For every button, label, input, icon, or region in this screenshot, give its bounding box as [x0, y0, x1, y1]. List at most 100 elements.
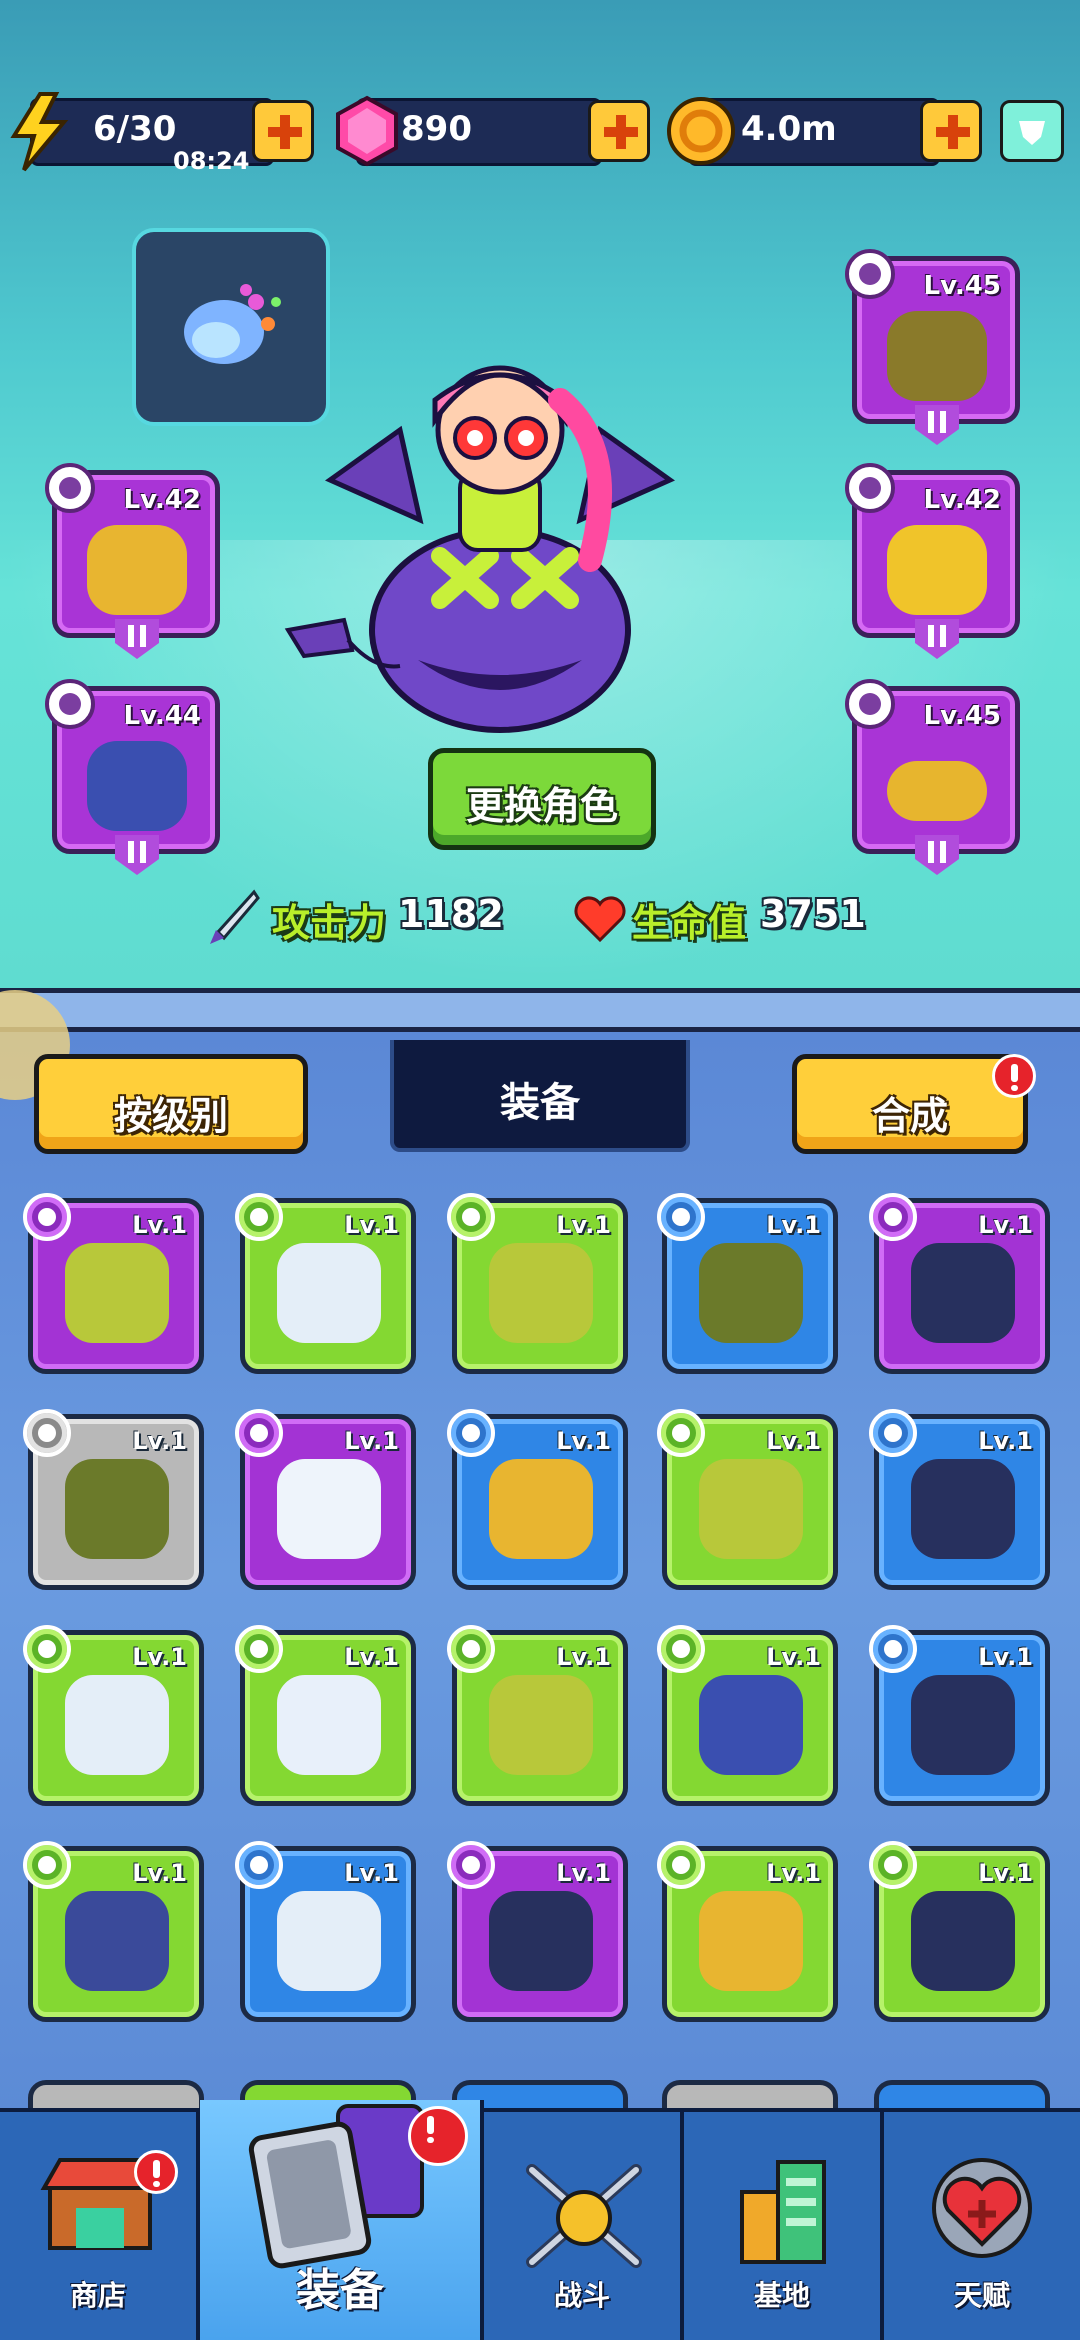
equipped-gauntlet-slot[interactable]: Lv.44 [45, 679, 220, 875]
scarf-icon [489, 1459, 593, 1559]
heart-icon [574, 896, 626, 943]
pants-icon [699, 1459, 803, 1559]
boots-icon [65, 1459, 169, 1559]
panel-divider [0, 988, 1080, 1032]
shield-icon [1019, 121, 1045, 145]
slot-level: Lv.45 [923, 271, 1001, 301]
item-level: Lv.1 [766, 1859, 821, 1887]
gem-add-button[interactable] [588, 100, 650, 162]
inventory-item[interactable]: Lv.1 [657, 1841, 838, 2022]
item-level: Lv.1 [556, 1427, 611, 1455]
gauntlet-icon [699, 1675, 803, 1775]
glove-category-icon [23, 1625, 71, 1673]
inventory-item[interactable]: Lv.1 [23, 1409, 204, 1590]
sword-icon [210, 889, 260, 944]
item-level: Lv.1 [978, 1427, 1033, 1455]
boots-category-icon [657, 1193, 705, 1241]
nav-base[interactable]: 基地 [684, 2112, 884, 2340]
inventory-item[interactable]: Lv.1 [235, 1193, 416, 1374]
equipped-armor-slot[interactable]: Lv.45 [845, 249, 1020, 445]
merge-label: 合成 [871, 1094, 948, 1138]
pants-category-icon [447, 1193, 495, 1241]
slot-level: Lv.44 [123, 701, 201, 731]
nav-shop[interactable]: 商店 [0, 2112, 200, 2340]
sort-by-level-button[interactable]: 按级别 [34, 1054, 308, 1154]
necklace-icon [911, 1891, 1015, 1991]
item-level: Lv.1 [132, 1427, 187, 1455]
inventory-item[interactable]: Lv.1 [447, 1193, 628, 1374]
tab-equipment[interactable]: 装备 [390, 1040, 690, 1152]
item-level: Lv.1 [344, 1859, 399, 1887]
inventory-item[interactable]: Lv.1 [869, 1193, 1050, 1374]
nav-label: 天赋 [953, 2279, 1010, 2312]
equipped-shoes-slot[interactable]: Lv.45 [845, 679, 1020, 875]
nav-equipment[interactable]: 装备 [200, 2100, 484, 2340]
pants-icon [887, 525, 987, 615]
nav-battle[interactable]: 战斗 [484, 2112, 684, 2340]
inventory-item[interactable]: Lv.1 [657, 1625, 838, 1806]
stats-bar: 攻击力 1182 生命值 3751 [0, 880, 1080, 950]
energy-value: 6/30 [93, 109, 177, 149]
nav-talent[interactable]: 天赋 [884, 2112, 1080, 2340]
scarf-icon [699, 1891, 803, 1991]
item-level: Lv.1 [556, 1211, 611, 1239]
item-level: Lv.1 [344, 1211, 399, 1239]
attack-value: 1182 [398, 892, 504, 936]
inventory-item[interactable]: Lv.1 [235, 1409, 416, 1590]
armor-icon [887, 311, 987, 401]
inventory-item[interactable]: Lv.1 [235, 1625, 416, 1806]
necklace-icon [911, 1675, 1015, 1775]
inventory-item[interactable]: Lv.1 [447, 1409, 628, 1590]
necklace-category-icon [869, 1625, 917, 1673]
inventory-item[interactable]: Lv.1 [23, 1841, 204, 2022]
coin-add-button[interactable] [920, 100, 982, 162]
necklace-category-icon [869, 1409, 917, 1457]
inventory-item[interactable]: Lv.1 [657, 1409, 838, 1590]
attack-label: 攻击力 [272, 901, 387, 945]
nav-label: 战斗 [553, 2279, 610, 2312]
gauntlet-icon [87, 741, 187, 831]
inventory-item[interactable]: Lv.1 [447, 1625, 628, 1806]
glove-category-icon [235, 1841, 283, 1889]
item-level: Lv.1 [766, 1643, 821, 1671]
nav-label: 商店 [69, 2279, 126, 2312]
inventory-item[interactable]: Lv.1 [657, 1193, 838, 1374]
change-character-button[interactable]: 更换角色 [428, 748, 656, 850]
inventory-item[interactable]: Lv.1 [869, 1841, 1050, 2022]
necklace-category-icon [869, 1841, 917, 1889]
equipped-pants-slot[interactable]: Lv.42 [845, 463, 1020, 659]
item-level: Lv.1 [978, 1643, 1033, 1671]
shoes-category-icon [845, 679, 895, 729]
necklace-icon [911, 1459, 1015, 1559]
shop-alert-icon [134, 2150, 178, 2194]
item-level: Lv.1 [978, 1859, 1033, 1887]
pants-category-icon [657, 1409, 705, 1457]
shield-button[interactable] [1000, 100, 1064, 162]
necklace-category-icon [45, 463, 95, 513]
tab-label: 装备 [500, 1080, 580, 1126]
item-level: Lv.1 [344, 1427, 399, 1455]
coin-value: 4.0m [741, 109, 837, 149]
item-level: Lv.1 [132, 1643, 187, 1671]
vest-category-icon [235, 1625, 283, 1673]
item-level: Lv.1 [132, 1211, 187, 1239]
energy-add-button[interactable] [252, 100, 314, 162]
necklace-icon [911, 1243, 1015, 1343]
item-level: Lv.1 [556, 1859, 611, 1887]
armor-icon [65, 1891, 169, 1991]
tail-icon [284, 617, 401, 669]
inventory-item[interactable]: Lv.1 [23, 1625, 204, 1806]
armor-category-icon [23, 1841, 71, 1889]
hp-label: 生命值 [632, 901, 747, 945]
inventory-item[interactable]: Lv.1 [23, 1193, 204, 1374]
item-level: Lv.1 [766, 1427, 821, 1455]
sock-icon [277, 1459, 381, 1559]
inventory-item[interactable]: Lv.1 [869, 1625, 1050, 1806]
glove-icon [277, 1243, 381, 1343]
inventory-item[interactable]: Lv.1 [235, 1841, 416, 2022]
item-level: Lv.1 [344, 1643, 399, 1671]
necklace-category-icon [869, 1193, 917, 1241]
inventory-item[interactable]: Lv.1 [869, 1409, 1050, 1590]
inventory-item[interactable]: Lv.1 [447, 1841, 628, 2022]
equipped-scarf-slot[interactable]: Lv.42 [45, 463, 220, 659]
